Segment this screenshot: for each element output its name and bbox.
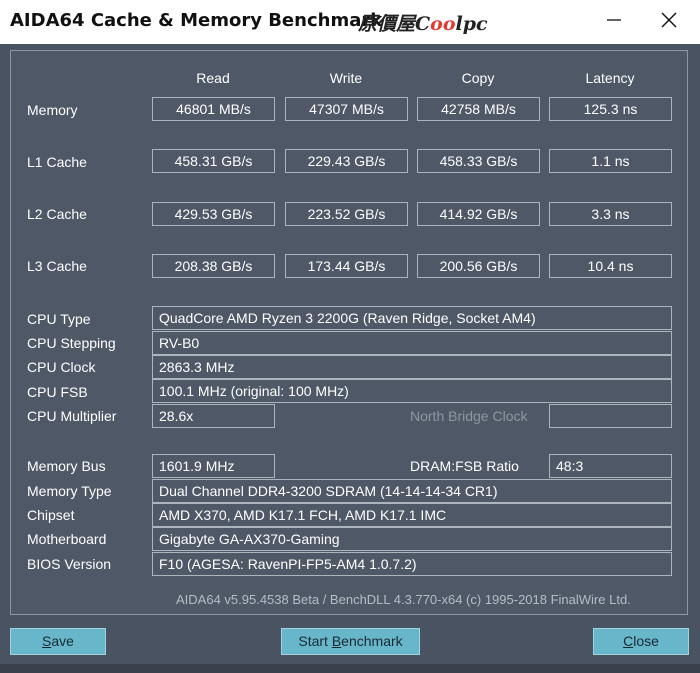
close-accel: C	[623, 633, 634, 649]
row-label-memory: Memory	[27, 102, 78, 118]
column-header-latency: Latency	[585, 70, 635, 86]
cpu-type-label: CPU Type	[27, 311, 91, 327]
column-header-read: Read	[196, 70, 230, 86]
motherboard-label: Motherboard	[27, 531, 107, 547]
logo-o1: o	[430, 13, 443, 35]
l1-copy-value: 458.33 GB/s	[417, 149, 540, 173]
l3-read-value: 208.38 GB/s	[152, 254, 275, 278]
close-window-button[interactable]	[654, 6, 684, 34]
save-button[interactable]: Save	[10, 628, 106, 655]
column-header-write: Write	[329, 70, 363, 86]
bottom-edge	[0, 664, 700, 673]
row-label-l1-cache: L1 Cache	[27, 154, 87, 170]
l1-write-value: 229.43 GB/s	[285, 149, 408, 173]
cpu-stepping-value: RV-B0	[152, 331, 672, 355]
cpu-stepping-label: CPU Stepping	[27, 335, 116, 351]
dram-fsb-ratio-value: 48:3	[549, 454, 672, 478]
bios-version-value: F10 (AGESA: RavenPI-FP5-AM4 1.0.7.2)	[152, 552, 672, 576]
minimize-icon	[607, 19, 621, 21]
north-bridge-clock-value	[549, 404, 672, 428]
memory-bus-value: 1601.9 MHz	[152, 454, 275, 478]
close-label-rest: lose	[633, 633, 659, 649]
memory-bus-label: Memory Bus	[27, 458, 106, 474]
l2-read-value: 429.53 GB/s	[152, 202, 275, 226]
coolpc-logo: 原價屋Coolpc	[358, 9, 488, 36]
logo-suffix: lpc	[455, 13, 488, 35]
l3-write-value: 173.44 GB/s	[285, 254, 408, 278]
minimize-button[interactable]	[599, 6, 629, 34]
memory-write-value: 47307 MB/s	[285, 97, 408, 121]
start-accel: B	[331, 633, 342, 649]
cpu-clock-label: CPU Clock	[27, 359, 96, 375]
memory-latency-value: 125.3 ns	[549, 97, 672, 121]
close-icon	[661, 12, 677, 28]
l3-copy-value: 200.56 GB/s	[417, 254, 540, 278]
start-label-pre: Start	[298, 633, 332, 649]
l3-latency-value: 10.4 ns	[549, 254, 672, 278]
l2-copy-value: 414.92 GB/s	[417, 202, 540, 226]
column-header-copy: Copy	[461, 70, 495, 86]
close-button[interactable]: Close	[593, 628, 689, 655]
memory-type-value: Dual Channel DDR4-3200 SDRAM (14-14-14-3…	[152, 479, 672, 503]
cpu-clock-value: 2863.3 MHz	[152, 355, 672, 379]
save-accel: S	[42, 633, 52, 649]
l1-latency-value: 1.1 ns	[549, 149, 672, 173]
chipset-value: AMD X370, AMD K17.1 FCH, AMD K17.1 IMC	[152, 503, 672, 527]
row-label-l3-cache: L3 Cache	[27, 258, 87, 274]
version-copyright: AIDA64 v5.95.4538 Beta / BenchDLL 4.3.77…	[176, 592, 631, 607]
cpu-fsb-label: CPU FSB	[27, 384, 88, 400]
memory-copy-value: 42758 MB/s	[417, 97, 540, 121]
memory-type-label: Memory Type	[27, 483, 112, 499]
logo-prefix: 原價屋C	[358, 13, 431, 35]
l2-latency-value: 3.3 ns	[549, 202, 672, 226]
chipset-label: Chipset	[27, 507, 75, 523]
cpu-multiplier-label: CPU Multiplier	[27, 408, 117, 424]
window-title: AIDA64 Cache & Memory Benchmark	[10, 10, 383, 31]
l1-read-value: 458.31 GB/s	[152, 149, 275, 173]
cpu-type-value: QuadCore AMD Ryzen 3 2200G (Raven Ridge,…	[152, 306, 672, 330]
start-benchmark-button[interactable]: Start Benchmark	[281, 628, 420, 655]
l2-write-value: 223.52 GB/s	[285, 202, 408, 226]
save-label-rest: ave	[51, 633, 74, 649]
dram-fsb-ratio-label: DRAM:FSB Ratio	[410, 458, 519, 474]
cpu-multiplier-value: 28.6x	[152, 404, 275, 428]
memory-read-value: 46801 MB/s	[152, 97, 275, 121]
motherboard-value: Gigabyte GA-AX370-Gaming	[152, 527, 672, 551]
bios-version-label: BIOS Version	[27, 556, 112, 572]
logo-o2: o	[442, 13, 456, 35]
start-label-rest: enchmark	[341, 633, 403, 649]
row-label-l2-cache: L2 Cache	[27, 206, 87, 222]
title-bar: AIDA64 Cache & Memory Benchmark 原價屋Coolp…	[0, 0, 700, 44]
north-bridge-clock-label: North Bridge Clock	[410, 408, 528, 424]
cpu-fsb-value: 100.1 MHz (original: 100 MHz)	[152, 379, 672, 403]
